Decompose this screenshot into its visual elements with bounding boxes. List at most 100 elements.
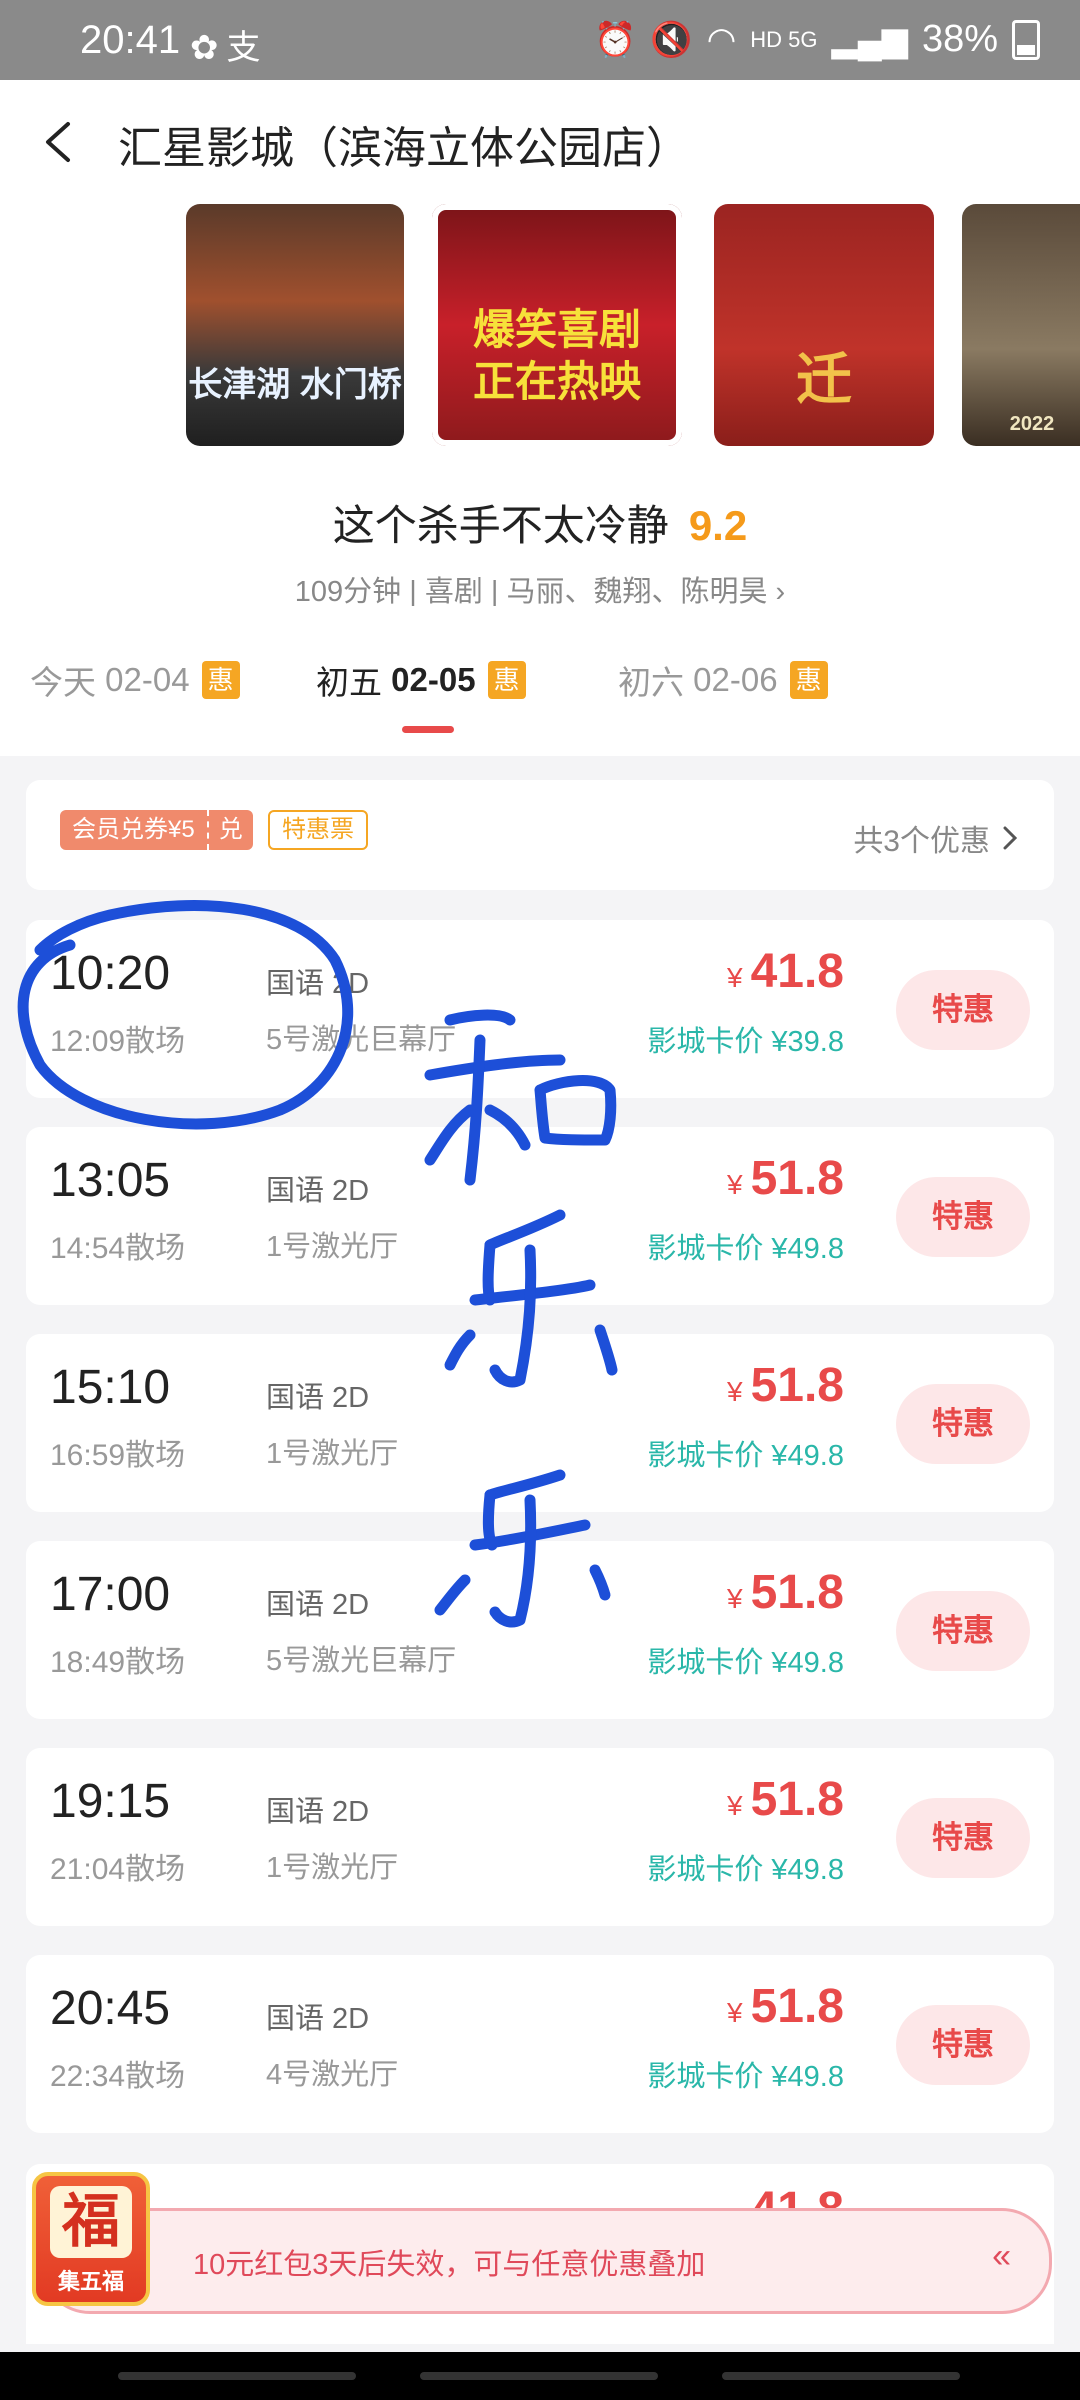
showtime-row[interactable]: 20:45 22:34散场 国语 2D 4号激光厅 ¥51.8 影城卡价 ¥49… <box>26 1955 1054 2133</box>
card-price: 影城卡价 ¥49.8 <box>647 2061 844 2093</box>
showtime-hall: 1号激光厅 <box>266 1852 399 1884</box>
buy-special-button[interactable]: 特惠 <box>896 1384 1030 1464</box>
buy-special-button[interactable]: 特惠 <box>896 970 1030 1050</box>
showtime-hall: 5号激光巨幕厅 <box>266 1024 457 1056</box>
card-price: 影城卡价 ¥49.8 <box>647 1233 844 1265</box>
fu-badge-label: 集五福 <box>57 2269 124 2294</box>
card-price: 影城卡价 ¥49.8 <box>647 1440 844 1472</box>
poster-caption: 长津湖 水门桥 <box>188 366 402 404</box>
showtime-price: ¥51.8 <box>727 1979 844 2034</box>
poster-caption: 2022 <box>1009 413 1055 435</box>
poster-caption: 爆笑喜剧 正在热映 <box>432 304 682 408</box>
date-tabs: 今天 02-04 惠 初五 02-05 惠 初六 02-06 惠 <box>0 606 1080 756</box>
showtime-row[interactable]: 15:10 16:59散场 国语 2D 1号激光厅 ¥51.8 影城卡价 ¥49… <box>26 1334 1054 1512</box>
showtime-hall: 1号激光厅 <box>266 1231 399 1263</box>
nav-back-handle[interactable] <box>722 2372 960 2380</box>
tab-label: 初六 <box>618 664 684 701</box>
showtime-language: 国语 2D <box>266 1175 370 1207</box>
tab-date-selected[interactable]: 初五 02-05 惠 <box>316 656 526 704</box>
price-value: 51.8 <box>750 1566 844 1619</box>
buy-special-button[interactable]: 特惠 <box>896 1798 1030 1878</box>
signal-icon: ▂▄▆ <box>831 20 908 59</box>
mute-icon: 🔇 <box>650 20 693 59</box>
promo-bar[interactable]: 会员兑券¥5 兑 特惠票 共3个优惠 <box>26 780 1054 890</box>
showtime-start: 17:00 <box>50 1568 171 1621</box>
currency-symbol: ¥ <box>727 1376 743 1407</box>
wechat-icon: ✿ <box>190 29 227 67</box>
price-value: 51.8 <box>750 1773 844 1826</box>
status-right: ⏰ 🔇 ◠ HD 5G ▂▄▆ 38% <box>594 18 1040 61</box>
poster-item[interactable]: 长津湖 水门桥 <box>186 204 404 446</box>
notification-icons: ✿支 <box>190 20 269 69</box>
tab-date-next[interactable]: 初六 02-06 惠 <box>618 656 828 704</box>
nav-recent-handle[interactable] <box>118 2372 356 2380</box>
currency-symbol: ¥ <box>727 1169 743 1200</box>
movie-meta[interactable]: 109分钟 | 喜剧 | 马丽、魏翔、陈明昊 › <box>0 568 1080 610</box>
showtime-price: ¥51.8 <box>727 1565 844 1620</box>
status-time: 20:41 <box>80 18 181 62</box>
five-fortune-badge[interactable]: 福 集五福 <box>32 2172 150 2306</box>
discount-badge: 惠 <box>487 661 526 699</box>
showtime-price: ¥51.8 <box>727 1151 844 1206</box>
movie-title-row: 这个杀手不太冷静 9.2 <box>0 492 1080 553</box>
showtime-language: 国语 2D <box>266 1382 370 1414</box>
showtime-row[interactable]: 19:15 21:04散场 国语 2D 1号激光厅 ¥51.8 影城卡价 ¥49… <box>26 1748 1054 1926</box>
card-price: 影城卡价 ¥49.8 <box>647 1647 844 1679</box>
showtime-language: 国语 2D <box>266 1589 370 1621</box>
showtime-start: 20:45 <box>50 1982 171 2035</box>
member-coupon-suffix: 兑 <box>206 810 253 850</box>
promo-count-link[interactable]: 共3个优惠 <box>853 816 1020 860</box>
discount-badge: 惠 <box>789 661 828 699</box>
tab-date-today[interactable]: 今天 02-04 惠 <box>30 656 240 704</box>
showtime-price: ¥51.8 <box>727 1772 844 1827</box>
movie-score: 9.2 <box>688 502 748 549</box>
showtime-row[interactable]: 10:20 12:09散场 国语 2D 5号激光巨幕厅 ¥41.8 影城卡价 ¥… <box>26 920 1054 1098</box>
battery-icon <box>1012 19 1040 60</box>
price-value: 51.8 <box>750 1980 844 2033</box>
poster-item[interactable]: 迁 <box>714 204 934 446</box>
status-bar: 20:41 ✿支 ⏰ 🔇 ◠ HD 5G ▂▄▆ 38% <box>0 0 1080 80</box>
card-price: 影城卡价 ¥49.8 <box>647 1854 844 1886</box>
tab-label: 初五 <box>316 664 382 701</box>
showtime-row[interactable]: 13:05 14:54散场 国语 2D 1号激光厅 ¥51.8 影城卡价 ¥49… <box>26 1127 1054 1305</box>
discount-badge: 惠 <box>201 661 240 699</box>
collapse-arrows-icon[interactable]: « <box>992 2237 1011 2276</box>
showtime-end: 16:59散场 <box>50 1439 186 1472</box>
buy-special-button[interactable]: 特惠 <box>896 2005 1030 2085</box>
price-value: 51.8 <box>750 1152 844 1205</box>
showtime-end: 22:34散场 <box>50 2060 186 2093</box>
poster-item[interactable]: 2022 <box>962 204 1080 446</box>
back-arrow-icon[interactable] <box>38 120 82 164</box>
red-packet-text: 10元红包3天后失效，可与任意优惠叠加 <box>193 2249 706 2281</box>
nav-home-handle[interactable] <box>420 2372 658 2380</box>
currency-symbol: ¥ <box>727 1790 743 1821</box>
red-packet-banner[interactable]: 10元红包3天后失效，可与任意优惠叠加 « <box>40 2208 1052 2314</box>
poster-carousel[interactable]: 长津湖 水门桥 爆笑喜剧 正在热映 迁 2022 <box>0 204 1080 452</box>
currency-symbol: ¥ <box>727 1583 743 1614</box>
poster-caption-line2: 正在热映 <box>472 358 641 405</box>
tab-date: 02-06 <box>693 661 778 698</box>
member-coupon-tag: 会员兑券¥5 兑 <box>60 810 253 850</box>
active-tab-indicator <box>402 726 454 733</box>
tab-date: 02-04 <box>105 661 190 698</box>
showtime-end: 14:54散场 <box>50 1232 186 1265</box>
buy-special-button[interactable]: 特惠 <box>896 1177 1030 1257</box>
tab-date: 02-05 <box>391 661 476 698</box>
app-header: 汇星影城（滨海立体公园店） <box>0 80 1080 206</box>
currency-symbol: ¥ <box>727 1997 743 2028</box>
member-coupon-label: 会员兑券¥5 <box>60 810 207 850</box>
showtime-end: 21:04散场 <box>50 1853 186 1886</box>
showtime-start: 13:05 <box>50 1154 171 1207</box>
showtime-row[interactable]: 17:00 18:49散场 国语 2D 5号激光巨幕厅 ¥51.8 影城卡价 ¥… <box>26 1541 1054 1719</box>
network-label: HD 5G <box>750 26 818 52</box>
movie-info[interactable]: 这个杀手不太冷静 9.2 109分钟 | 喜剧 | 马丽、魏翔、陈明昊 › <box>0 452 1080 608</box>
tab-label: 今天 <box>30 664 96 701</box>
poster-caption-line1: 爆笑喜剧 <box>472 306 641 353</box>
poster-item-selected[interactable]: 爆笑喜剧 正在热映 <box>432 204 682 446</box>
showtime-start: 19:15 <box>50 1775 171 1828</box>
wifi-icon: ◠ <box>706 20 737 59</box>
showtime-language: 国语 2D <box>266 968 370 1000</box>
showtime-end: 12:09散场 <box>50 1025 186 1058</box>
chevron-right-icon <box>1003 826 1018 850</box>
buy-special-button[interactable]: 特惠 <box>896 1591 1030 1671</box>
